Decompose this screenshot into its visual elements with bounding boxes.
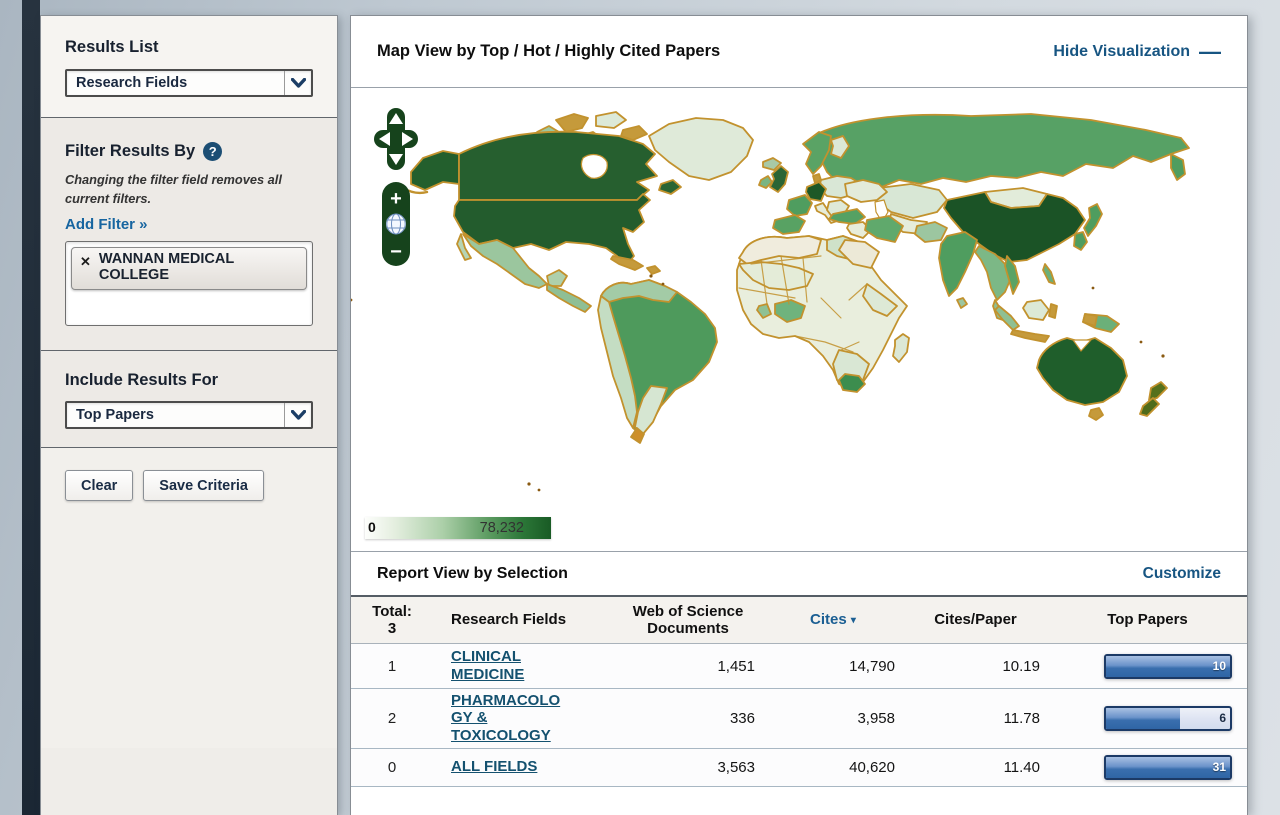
filter-tag-label: WANNAN MEDICAL COLLEGE [99, 251, 264, 284]
row-rank: 0 [351, 759, 433, 776]
sidebar-actions: Clear Save Criteria [41, 448, 337, 748]
include-results-title: Include Results For [65, 351, 313, 390]
active-filters-box: ✕ WANNAN MEDICAL COLLEGE [65, 241, 313, 326]
sort-desc-icon: ▾ [851, 615, 856, 626]
row-rank: 1 [351, 658, 433, 675]
top-papers-value: 10 [1213, 659, 1226, 673]
cites-value: 3,958 [763, 710, 903, 727]
clear-button[interactable]: Clear [65, 470, 133, 501]
legend-min-value: 0 [368, 519, 376, 535]
legend-max-value: 78,232 [480, 520, 524, 536]
zoom-out-button: − [390, 241, 402, 263]
filter-title: Filter Results By [65, 142, 195, 161]
sidebar: Results List Research Fields Filter Resu… [40, 15, 338, 815]
report-table: Total: 3 Research Fields Web of Science … [351, 597, 1247, 787]
hide-visualization-label: Hide Visualization [1053, 43, 1190, 61]
table-row: 0 ALL FIELDS 3,563 40,620 11.40 31 [351, 749, 1247, 787]
filter-title-row: Filter Results By ? [65, 118, 313, 161]
globe-icon [386, 214, 406, 234]
documents-value: 1,451 [613, 658, 763, 675]
filter-section: Filter Results By ? Changing the filter … [41, 118, 337, 350]
results-list-title: Results List [65, 16, 313, 57]
cites-value: 14,790 [763, 658, 903, 675]
map-view-title: Map View by Top / Hot / Highly Cited Pap… [377, 42, 720, 61]
field-link[interactable]: ALL FIELDS [451, 758, 537, 775]
save-criteria-button[interactable]: Save Criteria [143, 470, 264, 501]
row-rank: 2 [351, 710, 433, 727]
remove-filter-icon[interactable]: ✕ [80, 254, 91, 270]
chevron-down-icon[interactable] [284, 403, 311, 427]
column-cites-per-paper[interactable]: Cites/Paper [903, 611, 1048, 628]
main-panel: Map View by Top / Hot / Highly Cited Pap… [350, 15, 1248, 815]
app-window: Results List Research Fields Filter Resu… [0, 0, 1280, 815]
documents-value: 336 [613, 710, 763, 727]
help-icon[interactable]: ? [203, 142, 222, 161]
filter-note: Changing the filter field removes all cu… [65, 171, 313, 208]
cites-value: 40,620 [763, 759, 903, 776]
zoom-in-button: + [390, 188, 402, 210]
top-papers-bar: 10 [1104, 654, 1232, 679]
cites-per-paper-value: 10.19 [903, 658, 1048, 675]
cites-per-paper-value: 11.40 [903, 759, 1048, 776]
report-view-title: Report View by Selection [377, 565, 568, 583]
field-link[interactable]: CLINICAL MEDICINE [451, 648, 563, 683]
hide-visualization-link[interactable]: Hide Visualization — [1053, 43, 1221, 61]
map-header: Map View by Top / Hot / Highly Cited Pap… [351, 16, 1247, 88]
left-edge-bar [22, 0, 40, 815]
column-research-fields[interactable]: Research Fields [433, 611, 613, 628]
top-papers-value: 6 [1219, 711, 1226, 725]
filter-tag[interactable]: ✕ WANNAN MEDICAL COLLEGE [71, 247, 307, 290]
world-map[interactable] [351, 88, 1247, 552]
top-papers-bar: 6 [1104, 706, 1232, 731]
add-filter-link[interactable]: Add Filter » [65, 216, 148, 233]
map-visualization[interactable]: + − 0 78,232 [351, 88, 1247, 552]
results-list-section: Results List Research Fields [41, 16, 337, 117]
top-papers-bar: 31 [1104, 755, 1232, 780]
table-row: 1 CLINICAL MEDICINE 1,451 14,790 10.19 1… [351, 644, 1247, 689]
report-header: Report View by Selection Customize [351, 552, 1247, 597]
column-top-papers[interactable]: Top Papers [1048, 611, 1247, 628]
results-list-dropdown[interactable]: Research Fields [65, 69, 313, 97]
choropleth-legend: 0 78,232 [365, 517, 551, 539]
table-header-row: Total: 3 Research Fields Web of Science … [351, 597, 1247, 644]
cites-per-paper-value: 11.78 [903, 710, 1048, 727]
map-navigation-controls[interactable]: + − [373, 106, 421, 270]
customize-link[interactable]: Customize [1143, 565, 1221, 583]
field-link[interactable]: PHARMACOLOGY & TOXICOLOGY [451, 692, 563, 744]
table-row: 2 PHARMACOLOGY & TOXICOLOGY 336 3,958 11… [351, 689, 1247, 749]
include-results-dropdown[interactable]: Top Papers [65, 401, 313, 429]
include-results-dropdown-value: Top Papers [67, 407, 154, 423]
documents-value: 3,563 [613, 759, 763, 776]
results-list-dropdown-value: Research Fields [67, 75, 187, 91]
column-documents[interactable]: Web of Science Documents [613, 603, 763, 638]
top-papers-value: 31 [1213, 760, 1226, 774]
include-results-section: Include Results For Top Papers [41, 351, 337, 447]
collapse-dash-icon: — [1199, 47, 1221, 57]
total-count: Total: 3 [351, 603, 433, 638]
chevron-down-icon[interactable] [284, 71, 311, 95]
column-cites-sorted[interactable]: Cites ▾ [763, 611, 903, 628]
